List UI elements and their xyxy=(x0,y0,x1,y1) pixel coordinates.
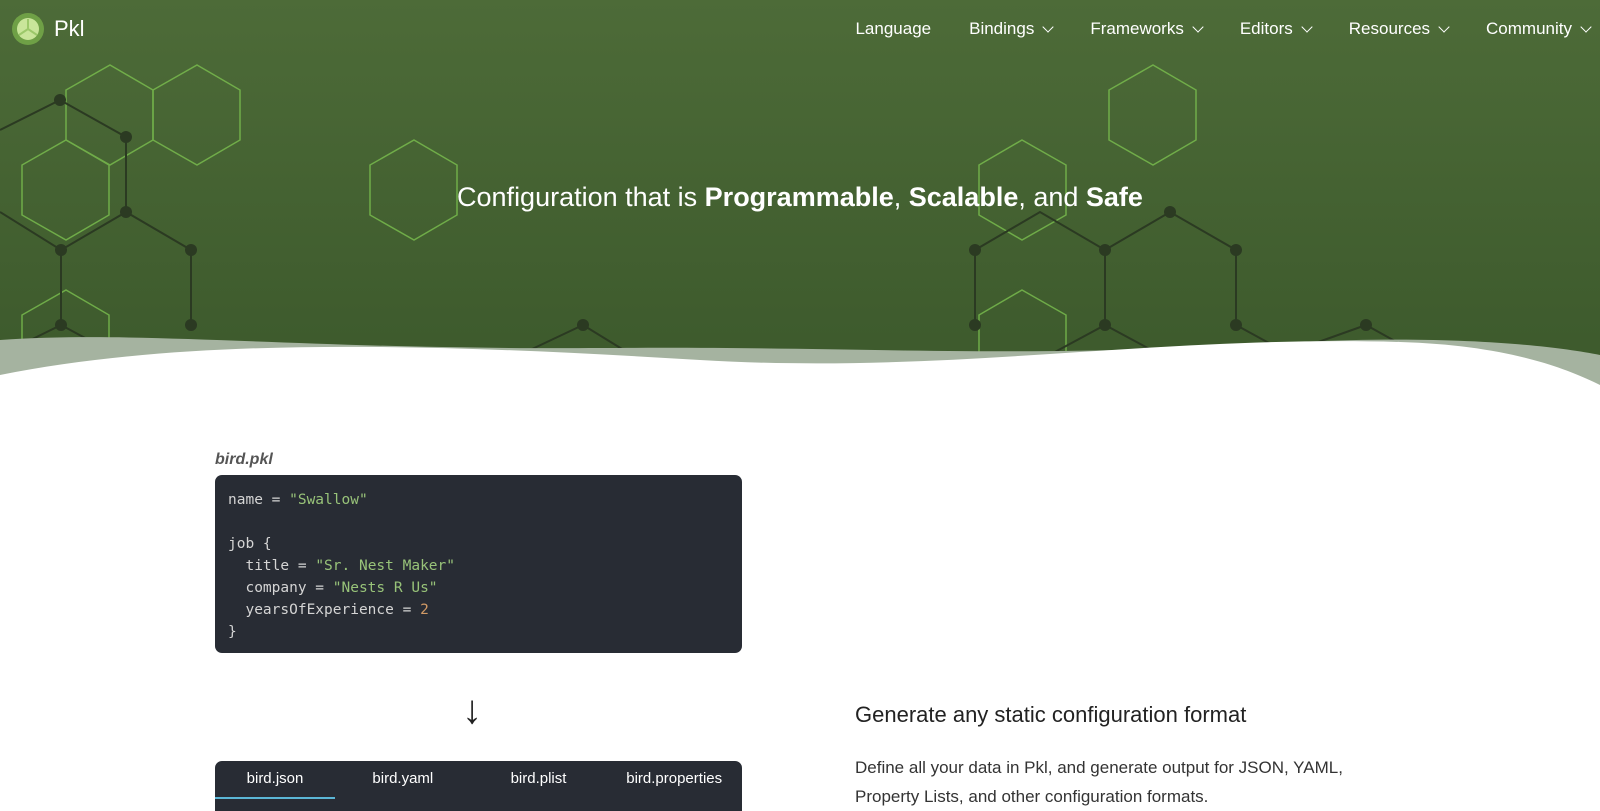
tagline-prefix: Configuration that is xyxy=(457,182,705,212)
nav-frameworks[interactable]: Frameworks xyxy=(1090,19,1204,39)
code-text: } xyxy=(228,624,237,640)
brand-name: Pkl xyxy=(54,16,85,41)
tab-bird-properties[interactable]: bird.properties xyxy=(606,761,742,811)
tagline-safe: Safe xyxy=(1085,182,1143,212)
code-text: company = xyxy=(228,580,333,596)
tab-bird-json[interactable]: bird.json xyxy=(215,761,335,799)
code-string: "Sr. Nest Maker" xyxy=(315,558,455,574)
hero-tagline: Configuration that is Programmable, Scal… xyxy=(0,182,1600,213)
chevron-down-icon xyxy=(1438,20,1450,33)
code-text: job { xyxy=(228,536,272,552)
pkl-logo-icon xyxy=(12,13,44,45)
tab-bird-plist[interactable]: bird.plist xyxy=(471,761,607,811)
nav-community[interactable]: Community xyxy=(1486,19,1592,39)
chevron-down-icon xyxy=(1301,20,1313,33)
output-tabs: bird.json bird.yaml bird.plist bird.prop… xyxy=(215,761,742,811)
code-string: "Nests R Us" xyxy=(332,580,438,596)
tab-bird-yaml[interactable]: bird.yaml xyxy=(335,761,471,811)
wave-divider xyxy=(0,337,1600,400)
tagline-scalable: Scalable xyxy=(908,182,1019,212)
tagline-sep: , xyxy=(893,182,909,212)
feature-description: Define all your data in Pkl, and generat… xyxy=(855,758,1343,806)
chevron-down-icon xyxy=(1192,20,1204,33)
nav-language[interactable]: Language xyxy=(855,19,931,39)
nav-editors[interactable]: Editors xyxy=(1239,19,1313,39)
code-text: title = xyxy=(228,558,316,574)
code-text: yearsOfExperience = xyxy=(228,602,421,618)
nav-label: Resources xyxy=(1348,19,1431,38)
nav-label: Editors xyxy=(1239,19,1293,38)
nav-label: Community xyxy=(1486,19,1572,38)
pkl-code-block: name = "Swallow" job { title = "Sr. Nest… xyxy=(215,475,742,653)
code-number: 2 xyxy=(420,602,429,618)
code-text: name = xyxy=(228,492,290,508)
tagline-programmable: Programmable xyxy=(704,182,894,212)
hero-banner: Pkl Language Bindings Frameworks Editors… xyxy=(0,0,1600,400)
nav-resources[interactable]: Resources xyxy=(1348,19,1450,39)
chevron-down-icon xyxy=(1580,20,1592,33)
brand-link[interactable]: Pkl xyxy=(10,11,85,47)
nav-label: Language xyxy=(855,19,932,38)
code-string: "Swallow" xyxy=(289,492,368,508)
arrow-down-icon: ↓ xyxy=(462,688,482,732)
tagline-sep: , and xyxy=(1018,182,1086,212)
nav-label: Bindings xyxy=(969,19,1035,38)
top-nav: Pkl Language Bindings Frameworks Editors… xyxy=(0,0,1600,58)
source-filename: bird.pkl xyxy=(215,451,273,468)
chevron-down-icon xyxy=(1042,20,1054,33)
nav-bindings[interactable]: Bindings xyxy=(969,19,1054,39)
feature-title: Generate any static configuration format xyxy=(855,702,1247,727)
nav-label: Frameworks xyxy=(1090,19,1184,38)
